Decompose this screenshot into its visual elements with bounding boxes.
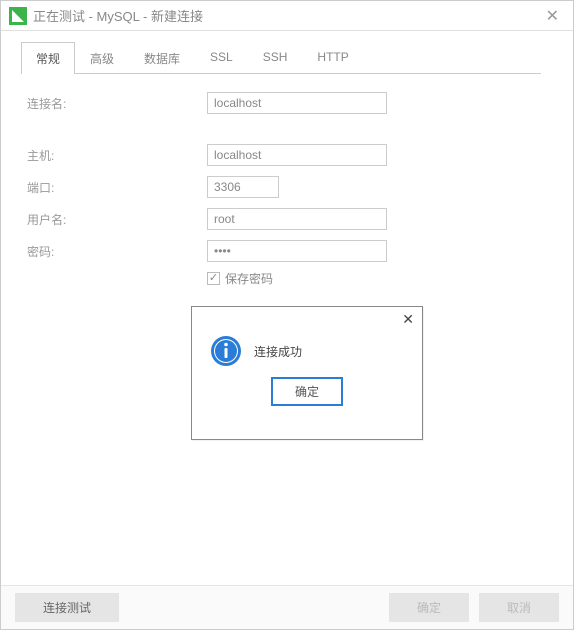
cancel-button[interactable]: 取消 [479,593,559,622]
connection-dialog: 正在测试 - MySQL - 新建连接 ✕ 常规 高级 数据库 SSL SSH … [0,0,574,630]
ok-button[interactable]: 确定 [389,593,469,622]
password-label: 密码: [21,243,207,260]
dialog-footer: 连接测试 确定 取消 [1,585,573,629]
tab-ssl[interactable]: SSL [195,42,248,74]
content-area: 常规 高级 数据库 SSL SSH HTTP 连接名: 主机: 端口: 用户名:… [1,31,573,585]
modal-close-icon[interactable]: ✕ [402,311,414,328]
host-input[interactable] [207,144,387,166]
app-icon [9,7,27,25]
row-connection-name: 连接名: [21,90,553,116]
connection-name-label: 连接名: [21,95,207,112]
row-save-password: ✓ 保存密码 [21,270,553,287]
titlebar: 正在测试 - MySQL - 新建连接 ✕ [1,1,573,31]
close-icon[interactable]: ✕ [540,6,565,26]
modal-ok-button[interactable]: 确定 [271,377,343,406]
tab-general[interactable]: 常规 [21,42,75,74]
save-password-checkbox[interactable]: ✓ [207,272,220,285]
user-input[interactable] [207,208,387,230]
tab-database[interactable]: 数据库 [129,42,195,74]
tab-ssh[interactable]: SSH [248,42,303,74]
modal-footer: 确定 [192,377,422,420]
port-input[interactable] [207,176,279,198]
password-input[interactable] [207,240,387,262]
test-connection-button[interactable]: 连接测试 [15,593,119,622]
tab-advanced[interactable]: 高级 [75,42,129,74]
port-label: 端口: [21,179,207,196]
row-user: 用户名: [21,206,553,232]
row-port: 端口: [21,174,553,200]
row-password: 密码: [21,238,553,264]
tabs-bar: 常规 高级 数据库 SSL SSH HTTP [21,41,541,74]
info-icon [210,335,242,367]
tab-http[interactable]: HTTP [302,42,363,74]
spacer [21,122,553,142]
connection-name-input[interactable] [207,92,387,114]
window-title: 正在测试 - MySQL - 新建连接 [33,6,540,25]
result-modal: ✕ 连接成功 确定 [191,306,423,440]
modal-body: 连接成功 [192,307,422,377]
row-host: 主机: [21,142,553,168]
save-password-label: 保存密码 [225,270,273,287]
user-label: 用户名: [21,211,207,228]
host-label: 主机: [21,147,207,164]
modal-message: 连接成功 [254,343,302,360]
